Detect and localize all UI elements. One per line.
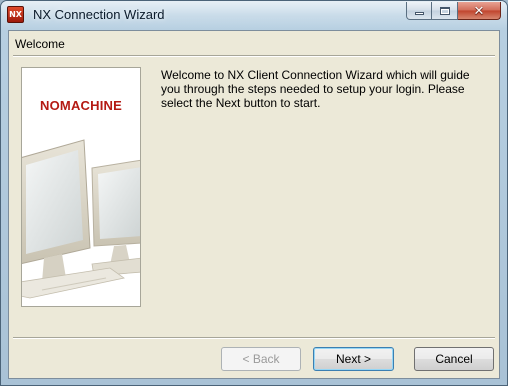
header-divider [13,55,495,57]
minimize-icon [414,12,424,15]
wizard-window: NX NX Connection Wizard ✕ Welcome NOMACH… [0,0,508,386]
close-button[interactable]: ✕ [458,2,501,20]
monitors-illustration [22,139,140,299]
maximize-icon [439,6,450,15]
window-title: NX Connection Wizard [33,7,165,22]
maximize-button[interactable] [432,2,458,20]
close-icon: ✕ [473,2,485,18]
welcome-message: Welcome to NX Client Connection Wizard w… [161,68,470,110]
caption-buttons: ✕ [406,2,501,20]
minimize-button[interactable] [406,2,432,20]
title-bar[interactable]: NX NX Connection Wizard ✕ [1,1,507,29]
wizard-content: Welcome NOMACHINE Welcome to NX Client C… [8,30,500,379]
nomachine-side-image: NOMACHINE [21,67,141,307]
page-title: Welcome [15,37,65,51]
nx-icon[interactable]: NX [7,6,24,23]
footer-divider [13,337,495,339]
next-button[interactable]: Next > [313,347,394,371]
back-button[interactable]: < Back [221,347,301,371]
cancel-button[interactable]: Cancel [414,347,494,371]
